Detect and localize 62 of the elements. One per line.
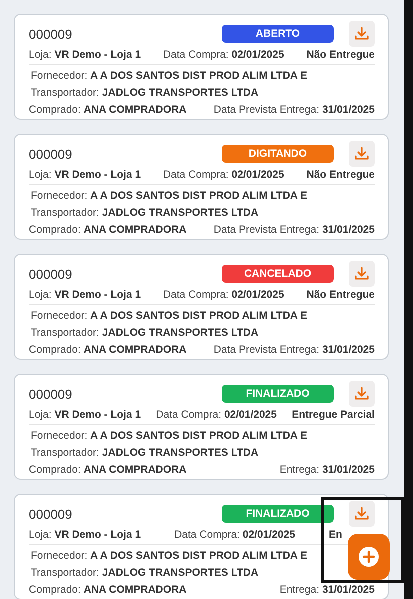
download-icon [354, 386, 370, 402]
delivery-date-text: Entrega: 31/01/2025 [280, 584, 375, 596]
carrier-text: Transportador: JADLOG TRANSPORTES LTDA [31, 206, 259, 218]
buyer-text: Comprado: ANA COMPRADORA [29, 224, 187, 236]
order-number: 000009 [29, 506, 74, 522]
download-button[interactable] [349, 141, 375, 167]
delivery-status: Não Entregue [306, 289, 375, 301]
buyer-text: Comprado: ANA COMPRADORA [29, 464, 187, 476]
order-card[interactable] [14, 14, 389, 120]
store-text: Loja: VR Demo - Loja 1 [29, 289, 142, 301]
delivery-date-text: Data Prevista Entrega: 31/01/2025 [214, 224, 375, 236]
download-button[interactable] [349, 21, 375, 47]
purchase-date-text: Data Compra: 02/01/2025 [163, 49, 284, 61]
buyer-text: Comprado: ANA COMPRADORA [29, 344, 187, 356]
order-number: 000009 [29, 266, 74, 282]
download-icon [354, 506, 370, 522]
store-text: Loja: VR Demo - Loja 1 [29, 409, 142, 421]
order-number: 000009 [29, 386, 74, 402]
status-badge: FINALIZADO [222, 505, 334, 523]
carrier-text: Transportador: JADLOG TRANSPORTES LTDA [31, 446, 259, 458]
purchase-date-text: Data Compra: 02/01/2025 [156, 409, 277, 421]
add-button[interactable] [348, 534, 390, 580]
delivery-status: En [328, 529, 344, 541]
download-icon [354, 146, 370, 162]
download-button[interactable] [349, 501, 375, 527]
download-button[interactable] [349, 261, 375, 287]
purchase-date-text: Data Compra: 02/01/2025 [163, 169, 284, 181]
store-text: Loja: VR Demo - Loja 1 [29, 529, 142, 541]
status-badge: ABERTO [222, 25, 334, 43]
supplier-text: Fornecedor: A A DOS SANTOS DIST PROD ALIM LTDA E [31, 190, 308, 202]
delivery-status: Não Entregue [306, 49, 375, 61]
download-button[interactable] [349, 381, 375, 407]
delivery-date-text: Data Prevista Entrega: 31/01/2025 [214, 344, 375, 356]
order-card[interactable] [14, 254, 389, 360]
order-card[interactable] [14, 134, 389, 240]
carrier-text: Transportador: JADLOG TRANSPORTES LTDA [31, 566, 259, 578]
order-card[interactable]: 000009 FINALIZADO Loja: VR Demo - Loja 1 Data Compra: 02/01/2025 En Fornecedor: A A DOS SANTOS DIST PROD ALIM LTDA E Transportador: JADLOG TRANSPORTES LTDA Comprado: ANA COMPRADORA Entrega: 31/01/2025 [14, 494, 389, 599]
purchase-date-text: Data Compra: 02/01/2025 [174, 529, 296, 541]
buyer-text: Comprado: ANA COMPRADORA [29, 584, 187, 596]
order-number: 000009 [29, 146, 74, 162]
delivery-date-text: Entrega: 31/01/2025 [280, 464, 375, 476]
delivery-status: Não Entregue [306, 169, 375, 181]
status-badge: FINALIZADO [222, 385, 334, 403]
status-badge: DIGITANDO [222, 145, 334, 163]
status-badge: CANCELADO [222, 265, 334, 283]
order-card[interactable] [14, 374, 389, 480]
delivery-status: Entregue Parcial [292, 409, 375, 421]
carrier-text: Transportador: JADLOG TRANSPORTES LTDA [31, 326, 259, 338]
purchase-date-text: Data Compra: 02/01/2025 [163, 289, 284, 301]
buyer-text: Comprado: ANA COMPRADORA [29, 104, 187, 116]
order-number: 000009 [29, 26, 74, 42]
supplier-text: Fornecedor: A A DOS SANTOS DIST PROD ALIM LTDA E [31, 550, 308, 562]
download-icon [354, 266, 370, 282]
supplier-text: Fornecedor: A A DOS SANTOS DIST PROD ALIM LTDA E [31, 430, 308, 442]
supplier-text: Fornecedor: A A DOS SANTOS DIST PROD ALIM LTDA E [31, 70, 308, 82]
download-icon [354, 26, 370, 42]
carrier-text: Transportador: JADLOG TRANSPORTES LTDA [31, 86, 259, 98]
store-text: Loja: VR Demo - Loja 1 [29, 169, 142, 181]
supplier-text: Fornecedor: A A DOS SANTOS DIST PROD ALIM LTDA E [31, 310, 308, 322]
store-text: Loja: VR Demo - Loja 1 [29, 49, 142, 61]
plus-circle-icon [359, 547, 379, 567]
delivery-date-text: Data Prevista Entrega: 31/01/2025 [214, 104, 375, 116]
